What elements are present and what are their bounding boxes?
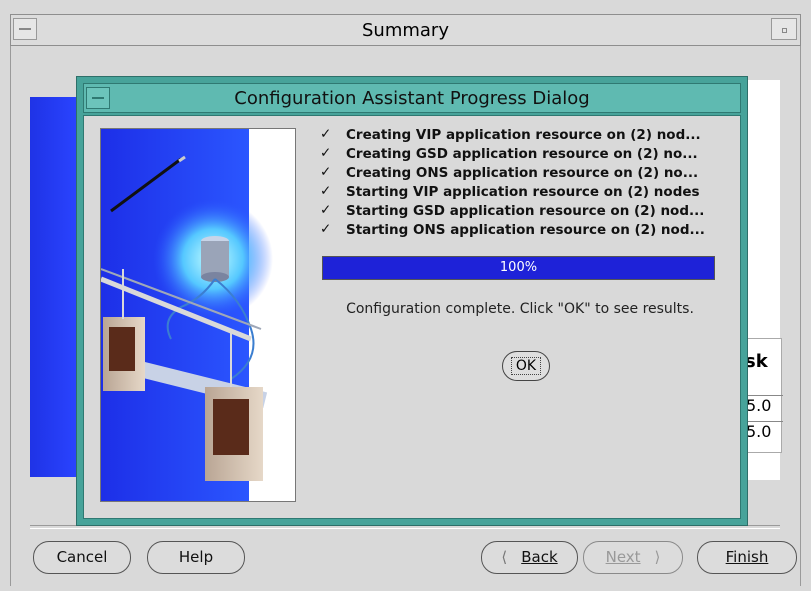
status-text: Starting GSD application resource on (2)… (346, 203, 705, 219)
completion-message: Configuration complete. Click "OK" to se… (346, 301, 694, 317)
status-text: Creating GSD application resource on (2)… (346, 146, 698, 162)
checkmark-icon: ✓ (320, 126, 332, 142)
network-illustration (100, 128, 296, 502)
table-cell: 5.0 (743, 395, 783, 419)
list-item: ✓ Starting VIP application resource on (2… (320, 183, 730, 202)
ok-button-label: OK (510, 357, 542, 375)
next-button-label: Next (605, 548, 641, 566)
status-text: Starting ONS application resource on (2)… (346, 222, 705, 238)
progress-bar: 100% (322, 256, 715, 280)
back-button-label: Back (521, 548, 558, 566)
checkmark-icon: ✓ (320, 145, 332, 161)
checkmark-icon: ✓ (320, 183, 332, 199)
table-header: sk (745, 351, 768, 372)
help-button-label: Help (178, 548, 214, 566)
finish-button[interactable]: Finish (697, 541, 797, 574)
minimize-icon (782, 28, 787, 33)
status-list: ✓ Creating VIP application resource on (2… (320, 126, 730, 240)
checkmark-icon: ✓ (320, 164, 332, 180)
list-item: ✓ Starting ONS application resource on (2… (320, 221, 730, 240)
next-button[interactable]: Next ⟩ (583, 541, 683, 574)
progress-dialog: Configuration Assistant Progress Dialog (76, 76, 748, 526)
chevron-right-icon: ⟩ (654, 548, 661, 566)
checkmark-icon: ✓ (320, 221, 332, 237)
table-cell: 5.0 (743, 421, 783, 445)
help-button[interactable]: Help (147, 541, 245, 574)
ok-button[interactable]: OK (502, 351, 550, 381)
minimize-button[interactable] (771, 18, 797, 40)
cancel-button[interactable]: Cancel (33, 541, 131, 574)
checkmark-icon: ✓ (320, 202, 332, 218)
status-text: Creating ONS application resource on (2)… (346, 165, 699, 181)
window-titlebar[interactable]: Summary (10, 14, 801, 46)
dialog-title: Configuration Assistant Progress Dialog (234, 88, 590, 109)
cancel-button-label: Cancel (56, 548, 108, 566)
list-item: ✓ Starting GSD application resource on (2… (320, 202, 730, 221)
status-text: Creating VIP application resource on (2)… (346, 127, 701, 143)
finish-button-label: Finish (725, 548, 769, 566)
window-title: Summary (362, 20, 449, 41)
background-illustration (30, 97, 78, 477)
list-item: ✓ Creating GSD application resource on (2… (320, 145, 730, 164)
dialog-body: ✓ Creating VIP application resource on (2… (83, 115, 741, 519)
dialog-titlebar[interactable]: Configuration Assistant Progress Dialog (83, 83, 741, 113)
list-item: ✓ Creating VIP application resource on (2… (320, 126, 730, 145)
progress-label: 100% (499, 260, 538, 275)
back-button[interactable]: ⟨ Back (481, 541, 578, 574)
background-table: sk 5.0 5.0 (742, 338, 783, 453)
list-item: ✓ Creating ONS application resource on (2… (320, 164, 730, 183)
chevron-left-icon: ⟨ (501, 548, 508, 566)
status-text: Starting VIP application resource on (2)… (346, 184, 700, 200)
network-illustration-graphic (101, 129, 273, 501)
